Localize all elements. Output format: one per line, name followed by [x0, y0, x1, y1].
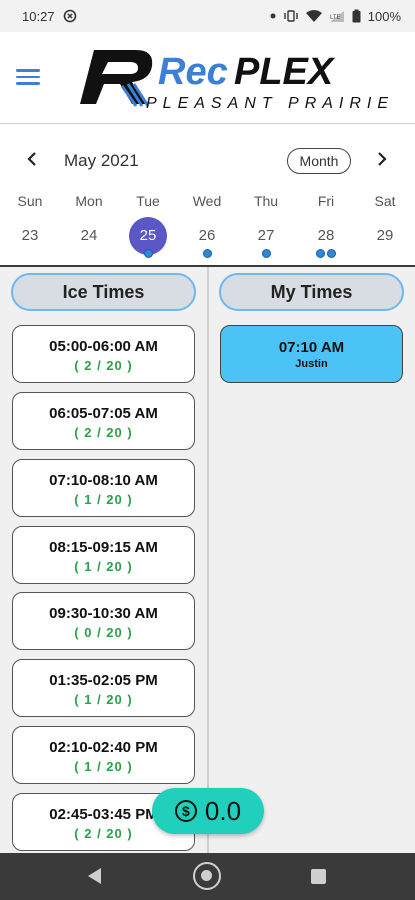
ice-time-slot[interactable]: 06:05-07:05 AM ( 2 / 20 ) [12, 392, 195, 450]
month-view-button[interactable]: Month [287, 148, 351, 174]
ice-time-slot[interactable]: 08:15-09:15 AM ( 1 / 20 ) [12, 526, 195, 584]
recplex-logo: Rec PLEX PLEASANT PRAIRIE [74, 44, 400, 114]
slot-count: ( 1 / 20 ) [74, 559, 133, 574]
system-nav-bar [0, 853, 415, 900]
column-divider [207, 267, 209, 853]
slot-count: ( 2 / 20 ) [74, 358, 133, 373]
slot-count: ( 1 / 20 ) [74, 492, 133, 507]
slot-count: ( 2 / 20 ) [74, 425, 133, 440]
balance-button[interactable]: $ 0.0 [152, 788, 264, 834]
weekday-thu: Thu [253, 193, 279, 209]
ice-time-slot[interactable]: 05:00-06:00 AM ( 2 / 20 ) [12, 325, 195, 383]
slot-time: 02:10-02:40 PM [49, 739, 158, 756]
back-icon[interactable] [88, 868, 101, 884]
day-number: 24 [80, 227, 98, 244]
hamburger-menu-icon[interactable] [16, 65, 40, 89]
weekday-sun: Sun [17, 193, 43, 209]
slot-time: 07:10-08:10 AM [49, 472, 158, 489]
slot-time: 01:35-02:05 PM [49, 672, 158, 689]
ice-times-header[interactable]: Ice Times [11, 273, 196, 311]
event-dot [316, 249, 325, 258]
my-slot-time: 07:10 AM [278, 339, 345, 356]
weekday-tue: Tue [136, 193, 160, 209]
event-dots [124, 249, 172, 258]
ice-time-slot[interactable]: 07:10-08:10 AM ( 1 / 20 ) [12, 459, 195, 517]
event-dots [242, 249, 290, 258]
day-25-selected[interactable]: 25 [124, 217, 172, 261]
sync-icon [63, 9, 77, 23]
event-dot [143, 249, 153, 258]
slot-time: 08:15-09:15 AM [49, 539, 158, 556]
event-dots [302, 249, 350, 258]
logo-rec-text: Rec [158, 51, 228, 93]
month-label: May 2021 [64, 151, 139, 170]
day-23[interactable]: 23 [6, 225, 54, 261]
home-icon[interactable] [193, 862, 221, 890]
weekday-mon: Mon [75, 193, 103, 209]
app-header: Rec PLEX PLEASANT PRAIRIE [0, 32, 415, 124]
chevron-left-icon[interactable] [20, 147, 44, 171]
slot-count: ( 1 / 20 ) [74, 692, 133, 707]
day-24[interactable]: 24 [65, 225, 113, 261]
battery-percent: 100% [367, 8, 401, 24]
day-27[interactable]: 27 [242, 225, 290, 261]
signal-icon: LTE [329, 10, 345, 23]
weekday-fri: Fri [317, 193, 335, 209]
weekday-sat: Sat [374, 193, 396, 209]
battery-icon [352, 9, 361, 23]
weekday-wed: Wed [192, 193, 222, 209]
event-dots [183, 249, 231, 258]
ice-time-slot[interactable]: 09:30-10:30 AM ( 0 / 20 ) [12, 592, 195, 650]
ice-time-slot[interactable]: 01:35-02:05 PM ( 1 / 20 ) [12, 659, 195, 717]
slot-count: ( 0 / 20 ) [74, 625, 133, 640]
dot-icon [270, 13, 276, 19]
week-calendar: May 2021 Month Sun Mon Tue Wed Thu Fri S… [0, 125, 415, 265]
day-29[interactable]: 29 [361, 225, 409, 261]
dollar-coin-icon: $ [174, 800, 197, 822]
slot-time: 05:00-06:00 AM [49, 338, 158, 355]
status-time: 10:27 [22, 8, 55, 24]
my-time-slot[interactable]: 07:10 AM Justin [220, 325, 403, 383]
slot-count: ( 1 / 20 ) [74, 759, 133, 774]
day-28[interactable]: 28 [302, 225, 350, 261]
logo-plex-text: PLEX [234, 51, 336, 93]
event-dot [261, 249, 271, 258]
schedule-content: Ice Times My Times 05:00-06:00 AM ( 2 / … [0, 267, 415, 853]
event-dot [202, 249, 212, 258]
vibrate-icon [283, 10, 299, 22]
day-number: 23 [21, 227, 39, 244]
chevron-right-icon[interactable] [370, 147, 394, 171]
event-dot [327, 249, 336, 258]
recents-icon[interactable] [311, 869, 326, 884]
slot-time: 06:05-07:05 AM [49, 405, 158, 422]
wifi-icon [305, 10, 322, 22]
balance-value: 0.0 [204, 795, 242, 826]
status-bar: 10:27 LTE 100% [0, 0, 415, 32]
network-label: LTE [330, 15, 341, 21]
slot-time: 09:30-10:30 AM [49, 605, 158, 622]
my-times-header[interactable]: My Times [219, 273, 404, 311]
logo-subtitle: PLEASANT PRAIRIE [146, 95, 394, 112]
day-26[interactable]: 26 [183, 225, 231, 261]
day-number: 29 [376, 227, 394, 244]
ice-time-slot[interactable]: 02:10-02:40 PM ( 1 / 20 ) [12, 726, 195, 784]
my-slot-name: Justin [295, 358, 328, 370]
